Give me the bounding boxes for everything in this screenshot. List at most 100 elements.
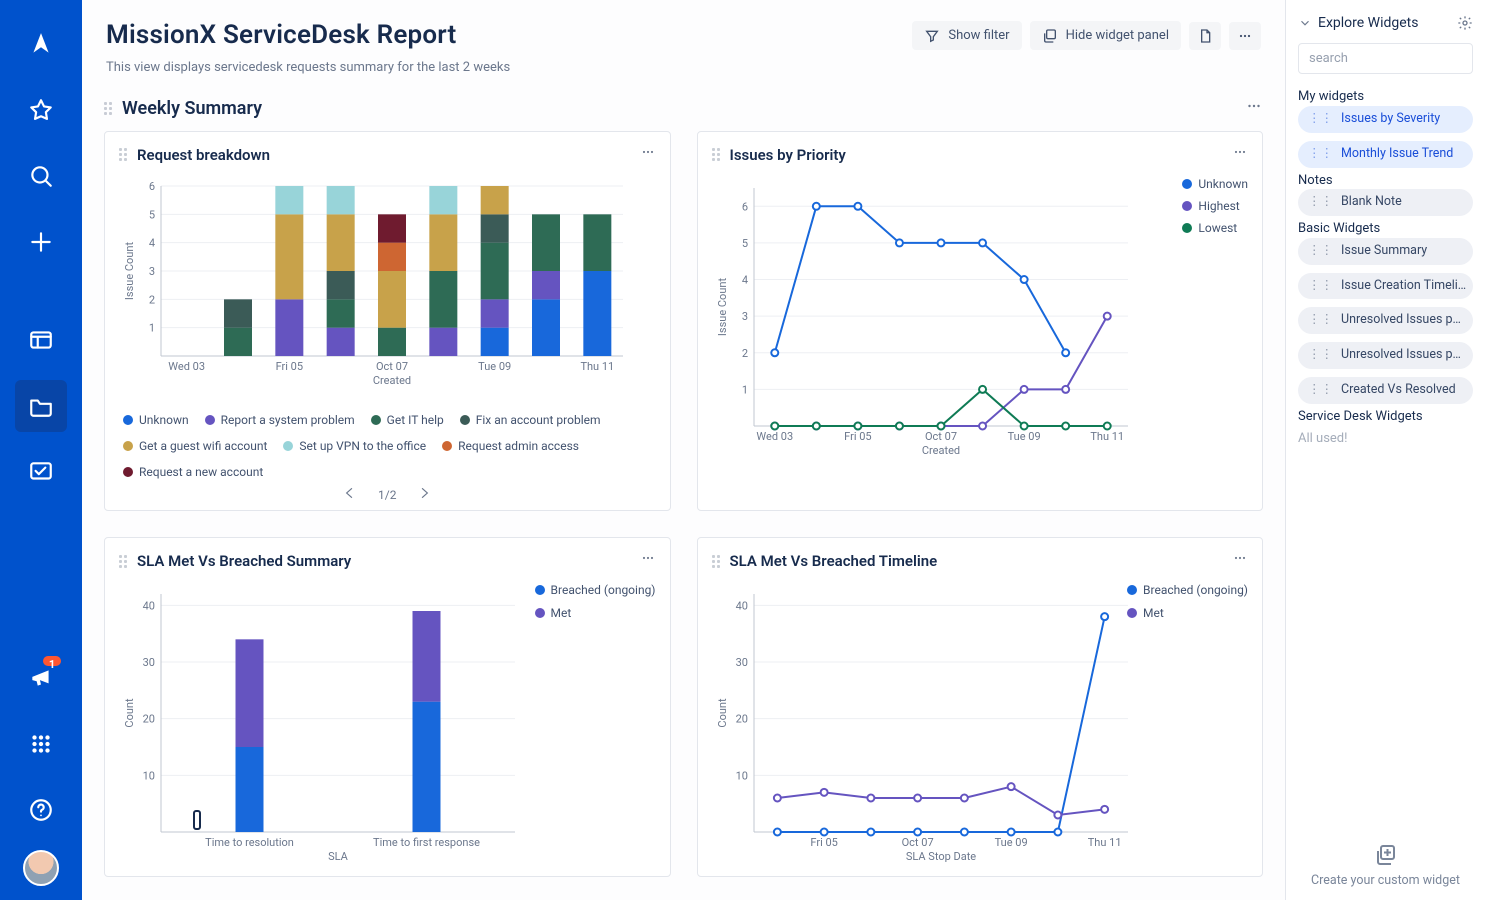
card-title: SLA Met Vs Breached Summary — [137, 551, 351, 571]
show-filter-label: Show filter — [948, 27, 1009, 45]
legend-item: Request a new account — [123, 464, 263, 480]
svg-text:Thu 11: Thu 11 — [580, 360, 614, 373]
svg-text:Count: Count — [716, 698, 729, 728]
svg-text:2: 2 — [149, 293, 155, 306]
hide-widget-label: Hide widget panel — [1066, 27, 1169, 45]
widget-chip[interactable]: ⋮⋮Issues by Severity — [1298, 106, 1473, 133]
legend-item: Met — [535, 605, 656, 621]
svg-text:20: 20 — [143, 713, 155, 726]
svg-text:Wed 03: Wed 03 — [756, 430, 793, 443]
legend-sla-timeline: Breached (ongoing) Met — [1127, 582, 1248, 626]
card-sla-timeline: SLA Met Vs Breached Timeline 10203040Fri… — [697, 537, 1264, 877]
show-filter-button[interactable]: Show filter — [912, 21, 1021, 51]
card-request-breakdown: Request breakdown 123456Wed 03Fri 05Oct … — [104, 131, 671, 512]
export-pdf-button[interactable] — [1189, 22, 1221, 50]
card-more-icon[interactable] — [640, 550, 656, 572]
svg-text:Tue 09: Tue 09 — [1007, 430, 1040, 443]
svg-text:30: 30 — [143, 656, 155, 669]
card-title: Request breakdown — [137, 145, 270, 165]
svg-text:Oct 07: Oct 07 — [924, 430, 956, 443]
legend-item: Report a system problem — [205, 412, 355, 428]
legend-item: Fix an account problem — [460, 412, 601, 428]
svg-text:1: 1 — [741, 383, 747, 396]
widget-chip[interactable]: ⋮⋮Issue Summary — [1298, 238, 1473, 265]
panel-title: Explore Widgets — [1318, 14, 1418, 33]
svg-text:5: 5 — [741, 237, 747, 250]
kanban-icon[interactable] — [15, 446, 67, 498]
panel-group-title: Service Desk Widgets — [1298, 408, 1473, 426]
card-more-icon[interactable] — [1232, 144, 1248, 166]
plus-icon[interactable] — [15, 216, 67, 268]
drag-handle-icon[interactable] — [712, 555, 722, 568]
chart-issues-by-priority: 123456Wed 03Fri 05Oct 07Tue 09Thu 11Crea… — [708, 176, 1228, 466]
legend-item: Set up VPN to the office — [283, 438, 426, 454]
legend-item: Breached (ongoing) — [1127, 582, 1248, 598]
search-icon[interactable] — [15, 150, 67, 202]
widget-chip[interactable]: ⋮⋮Created Vs Resolved — [1298, 377, 1473, 404]
svg-text:20: 20 — [735, 713, 747, 726]
svg-text:Fri 05: Fri 05 — [810, 836, 837, 849]
widget-chip[interactable]: ⋮⋮Blank Note — [1298, 189, 1473, 216]
pager-prev-icon[interactable] — [342, 486, 356, 504]
panel-icon[interactable] — [15, 314, 67, 366]
legend-item: Unknown — [1182, 176, 1248, 192]
legend-item: Highest — [1182, 198, 1248, 214]
svg-text:5: 5 — [149, 208, 155, 221]
page-title: MissionX ServiceDesk Report — [106, 18, 456, 53]
svg-text:4: 4 — [149, 236, 155, 249]
apps-icon[interactable] — [15, 718, 67, 770]
card-more-icon[interactable] — [640, 144, 656, 166]
legend-item: Get IT help — [371, 412, 444, 428]
card-title: SLA Met Vs Breached Timeline — [730, 551, 938, 571]
all-used-label: All used! — [1298, 430, 1473, 448]
drag-handle-icon[interactable] — [119, 148, 129, 161]
drag-handle-icon[interactable] — [712, 148, 722, 161]
help-icon[interactable] — [15, 784, 67, 836]
svg-text:4: 4 — [741, 273, 747, 286]
legend-item: Met — [1127, 605, 1248, 621]
create-widget-button[interactable]: Create your custom widget — [1298, 843, 1473, 890]
section-more-icon[interactable] — [1245, 97, 1263, 121]
app-logo-icon[interactable] — [15, 18, 67, 70]
chevron-down-icon[interactable] — [1298, 16, 1312, 30]
page-subtitle: This view displays servicedesk requests … — [106, 59, 1261, 77]
announcements-icon[interactable]: 1 — [15, 652, 67, 704]
widget-chip[interactable]: ⋮⋮Unresolved Issues p… — [1298, 307, 1473, 334]
svg-text:Created: Created — [373, 374, 411, 387]
create-widget-label: Create your custom widget — [1311, 873, 1460, 888]
card-more-icon[interactable] — [1232, 550, 1248, 572]
widget-search-input[interactable]: search — [1298, 43, 1473, 75]
widget-panel: Explore Widgets search My widgets⋮⋮Issue… — [1285, 0, 1485, 900]
svg-text:Thu 11: Thu 11 — [1087, 836, 1121, 849]
left-rail: 1 — [0, 0, 82, 900]
main: MissionX ServiceDesk Report Show filter … — [82, 0, 1285, 900]
hide-widget-button[interactable]: Hide widget panel — [1030, 21, 1181, 51]
svg-text:3: 3 — [741, 310, 747, 323]
more-button[interactable] — [1229, 22, 1261, 50]
legend-issues-by-priority: Unknown Highest Lowest — [1182, 176, 1248, 243]
panel-group-title: Basic Widgets — [1298, 220, 1473, 238]
drag-handle-icon[interactable] — [119, 555, 129, 568]
widget-chip[interactable]: ⋮⋮Monthly Issue Trend — [1298, 141, 1473, 168]
legend-sla-summary: Breached (ongoing)Met — [535, 582, 656, 626]
widget-chip[interactable]: ⋮⋮Issue Creation Timeli… — [1298, 273, 1473, 300]
svg-text:Created: Created — [921, 444, 959, 457]
star-icon[interactable] — [15, 84, 67, 136]
drag-handle-icon[interactable] — [104, 102, 114, 115]
svg-text:6: 6 — [741, 200, 747, 213]
svg-text:Thu 11: Thu 11 — [1090, 430, 1124, 443]
svg-text:Tue 09: Tue 09 — [994, 836, 1027, 849]
widget-chip[interactable]: ⋮⋮Unresolved Issues p… — [1298, 342, 1473, 369]
chart-request-breakdown: 123456Wed 03Fri 05Oct 07Tue 09Thu 11Crea… — [115, 176, 635, 394]
avatar[interactable] — [23, 850, 59, 886]
card-issues-by-priority: Issues by Priority 123456Wed 03Fri 05Oct… — [697, 131, 1264, 512]
svg-text:Wed 03: Wed 03 — [168, 360, 205, 373]
gear-icon[interactable] — [1457, 15, 1473, 31]
legend-item: Lowest — [1182, 220, 1248, 236]
pager-next-icon[interactable] — [418, 486, 432, 504]
svg-text:6: 6 — [149, 180, 155, 193]
folder-icon[interactable] — [15, 380, 67, 432]
card-title: Issues by Priority — [730, 145, 846, 165]
legend-item: Request admin access — [442, 438, 579, 454]
svg-text:10: 10 — [735, 770, 747, 783]
